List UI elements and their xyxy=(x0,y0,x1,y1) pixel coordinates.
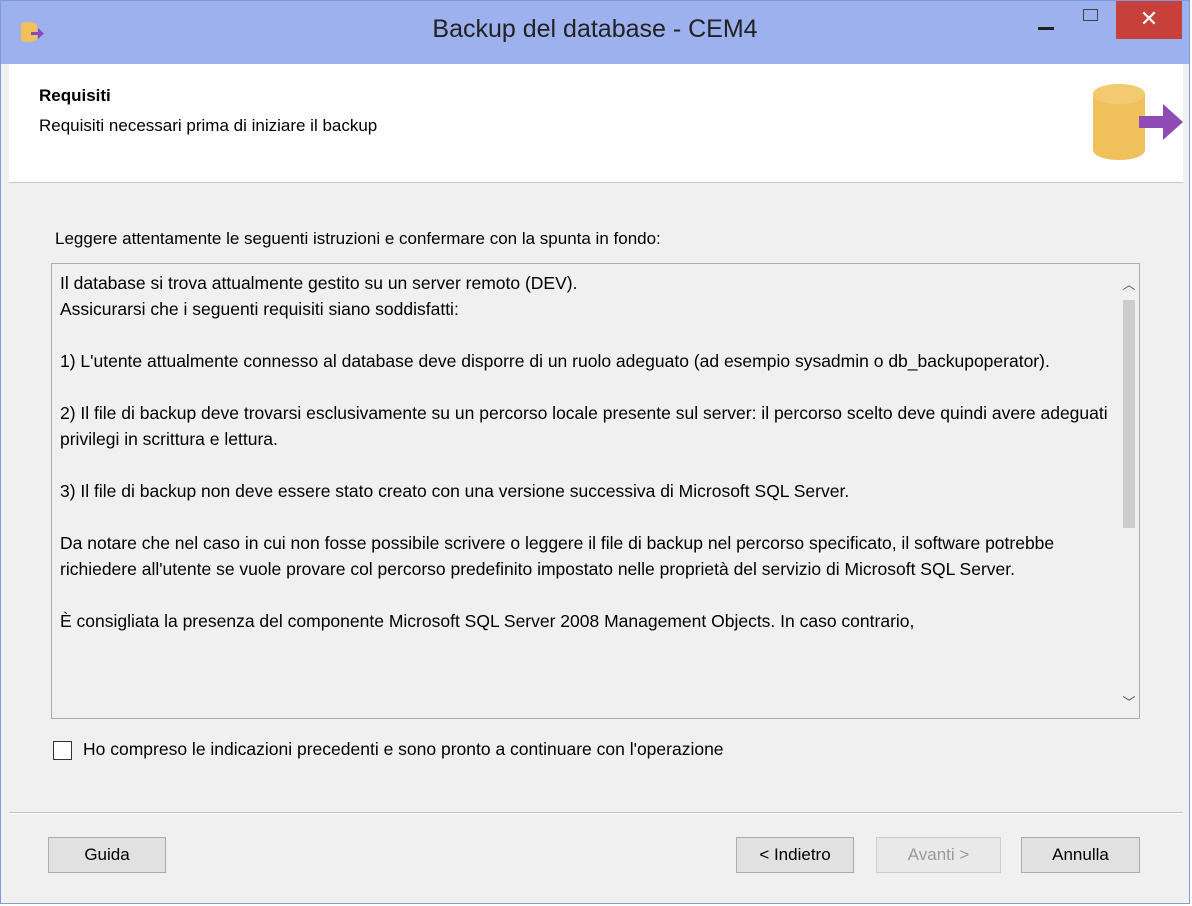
maximize-button[interactable] xyxy=(1071,1,1111,39)
scroll-down-icon[interactable]: ﹀ xyxy=(1119,690,1139,716)
cancel-button[interactable]: Annulla xyxy=(1021,837,1140,873)
back-button[interactable]: < Indietro xyxy=(736,837,854,873)
page-title: Requisiti xyxy=(39,86,111,105)
confirm-checkbox[interactable] xyxy=(53,741,72,760)
wizard-header: Requisiti Requisiti necessari prima di i… xyxy=(9,64,1183,183)
page-subtitle: Requisiti necessari prima di iniziare il… xyxy=(39,116,378,135)
requirements-line: 3) Il file di backup non deve essere sta… xyxy=(60,481,850,501)
help-button[interactable]: Guida xyxy=(48,837,166,873)
requirements-line xyxy=(60,322,1120,348)
requirements-line xyxy=(60,452,1120,478)
vertical-scrollbar[interactable]: ︿ ﹀ xyxy=(1119,264,1139,718)
scroll-thumb[interactable] xyxy=(1123,300,1135,528)
scroll-up-icon[interactable]: ︿ xyxy=(1119,272,1139,298)
requirements-line: Da notare che nel caso in cui non fosse … xyxy=(60,533,1055,579)
requirements-line xyxy=(60,582,1120,608)
requirements-line: È consigliata la presenza del componente… xyxy=(60,611,915,631)
requirements-content: Il database si trova attualmente gestito… xyxy=(60,270,1120,634)
requirements-line: Il database si trova attualmente gestito… xyxy=(60,273,578,293)
backup-dialog-window: Backup del database - CEM4 ✕ Requisiti R… xyxy=(0,0,1190,904)
requirements-textbox[interactable]: Il database si trova attualmente gestito… xyxy=(51,263,1140,719)
title-bar[interactable]: Backup del database - CEM4 ✕ xyxy=(1,1,1189,64)
requirements-line xyxy=(60,504,1120,530)
close-button[interactable]: ✕ xyxy=(1116,1,1182,39)
database-export-icon xyxy=(1093,84,1183,160)
requirements-line: 1) L'utente attualmente connesso al data… xyxy=(60,351,1050,371)
window-title: Backup del database - CEM4 xyxy=(432,15,758,43)
instruction-text: Leggere attentamente le seguenti istruzi… xyxy=(55,229,661,248)
footer-divider xyxy=(9,812,1183,814)
requirements-line xyxy=(60,374,1120,400)
confirm-checkbox-label[interactable]: Ho compreso le indicazioni precedenti e … xyxy=(83,739,724,760)
requirements-line: 2) Il file di backup deve trovarsi esclu… xyxy=(60,403,1108,449)
minimize-button[interactable] xyxy=(1026,1,1066,39)
requirements-line: Assicurarsi che i seguenti requisiti sia… xyxy=(60,299,459,319)
next-button[interactable]: Avanti > xyxy=(876,837,1001,873)
